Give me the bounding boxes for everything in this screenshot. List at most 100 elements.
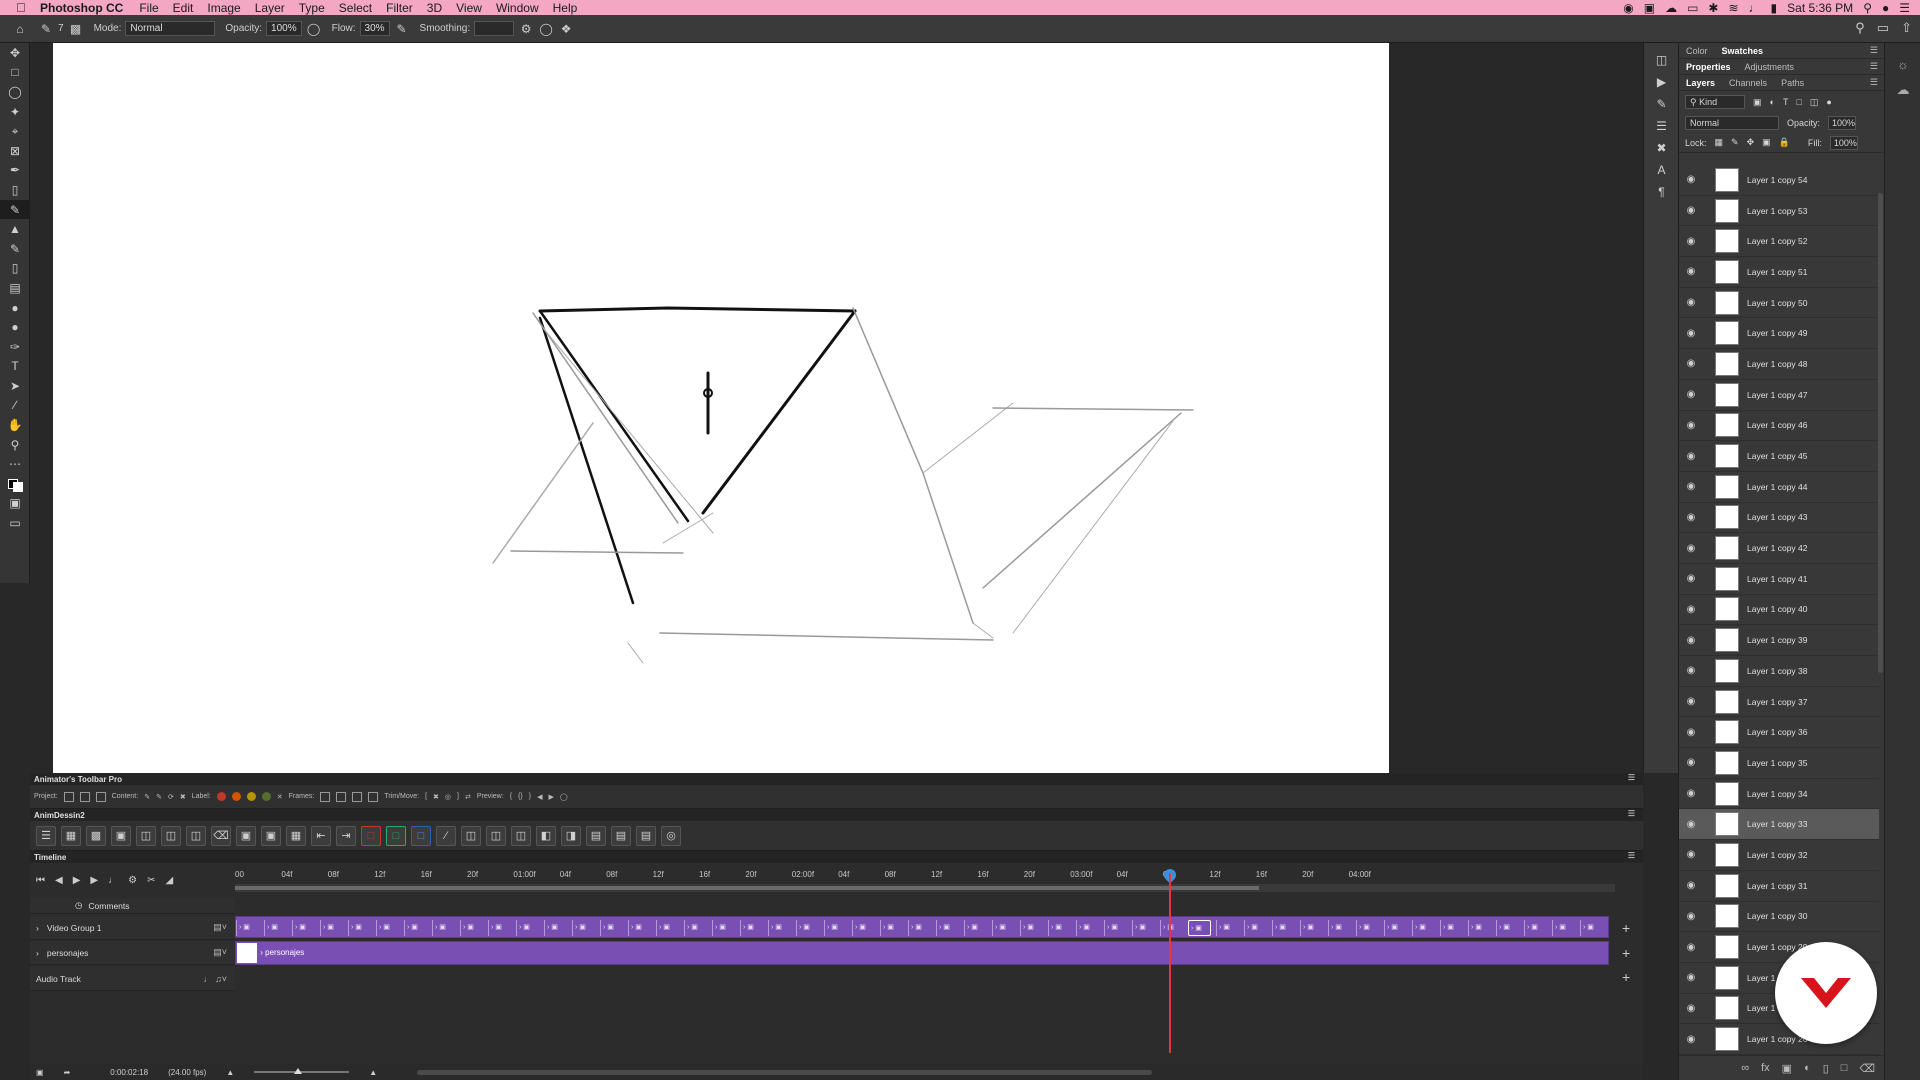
layer-name[interactable]: Layer 1 copy 49 [1747,328,1807,338]
tab-properties[interactable]: Properties [1686,62,1731,72]
frame-clip[interactable]: › ▣ [292,920,315,936]
convert-icon[interactable]: ➦ [64,1068,71,1077]
crop-tool-icon[interactable]: ⌖ [0,121,30,141]
frame-clip[interactable]: › ▣ [1552,920,1575,936]
visibility-eye-icon[interactable]: ◉ [1679,389,1703,400]
frame-clip[interactable]: › ▣ [600,920,623,936]
frame-clip[interactable]: › ▣ [516,920,539,936]
frame-clip[interactable]: › ▣ [1496,920,1519,936]
layer-row[interactable]: ◉ Layer 1 copy 54 [1679,165,1879,196]
layer-name[interactable]: Layer 1 copy 50 [1747,298,1807,308]
visibility-eye-icon[interactable]: ◉ [1679,757,1703,768]
layer-name[interactable]: Layer 1 copy 47 [1747,390,1807,400]
frame-clip[interactable]: › ▣ [236,920,259,936]
layers-scrollbar[interactable] [1878,193,1883,673]
spotlight-icon[interactable]: ⚲ [1863,1,1872,15]
color-swatch-icon[interactable] [0,474,30,494]
anim-export-icon[interactable]: ▤ [586,825,606,846]
frame-clip[interactable]: › ▣ [1272,920,1295,936]
timeline-ruler[interactable]: 00 04f 08f 12f 16f 20f 01:00f 04f 08f 12f 16f 20f 02… [235,869,1615,883]
gear-icon[interactable]: ⚙ [518,21,534,37]
menu-help[interactable]: Help [553,1,578,15]
tab-swatches[interactable]: Swatches [1722,46,1764,56]
frame-clip[interactable]: › ▣ [992,920,1015,936]
fill-field[interactable]: 100% [1829,135,1858,150]
layer-name[interactable]: Layer 1 copy 53 [1747,206,1807,216]
frame-clip[interactable]: › ▣ [1132,920,1155,936]
history-icon[interactable]: ◫ [1644,49,1679,71]
adjust-icon[interactable]: ☰ [1644,115,1679,137]
anim-insert-icon[interactable]: ◫ [461,825,481,846]
layer-row[interactable]: ◉ Layer 1 copy 38 [1679,656,1879,687]
layer-row[interactable]: ◉ Layer 1 copy 48 [1679,349,1879,380]
anim-left-icon[interactable]: ◧ [536,825,556,846]
visibility-eye-icon[interactable]: ◉ [1679,420,1703,431]
search-icon[interactable]: ⚲ [1855,20,1865,36]
frame-clip[interactable]: › ▣ [1384,920,1407,936]
transition-icon[interactable]: ◢ [165,875,173,886]
anim-right-icon[interactable]: ◨ [561,825,581,846]
clone-stamp-icon[interactable]: ▲ [0,219,30,239]
pen-tool-icon[interactable]: ✑ [0,337,30,357]
frame-clip[interactable]: › ▣ [852,920,875,936]
project-open-icon[interactable] [79,791,90,802]
add-audio-icon[interactable]: + [1622,969,1630,985]
visibility-eye-icon[interactable]: ◉ [1679,911,1703,922]
learn-icon[interactable]: ☼ [1885,51,1920,77]
next-frame-icon[interactable]: ▶ [90,875,98,886]
frame-clip[interactable]: › ▣ [740,920,763,936]
layer-name[interactable]: Layer 1 copy 42 [1747,543,1807,553]
visibility-eye-icon[interactable]: ◉ [1679,266,1703,277]
zoom-slider[interactable] [254,1068,350,1074]
layer-row[interactable]: ◉ Layer 1 copy 49 [1679,318,1879,350]
frames-add-icon[interactable] [320,791,331,802]
layer-name[interactable]: Layer 1 copy 52 [1747,236,1807,246]
trim-right-icon[interactable]: ] [457,793,459,800]
layer-name[interactable]: Layer 1 copy 32 [1747,850,1807,860]
preview-end-icon[interactable]: } [529,793,531,800]
video-group-clips[interactable]: › ▣ › ▣ › ▣ › ▣ › ▣ › ▣ › ▣ › ▣ › ▣ › ▣ › ▣ › ▣ › ▣ ›… [235,916,1609,938]
eyedropper-icon[interactable]: ✒ [0,161,30,181]
zoom-tool-icon[interactable]: ⚲ [0,435,30,455]
lock-paint-icon[interactable]: ✎ [1731,137,1739,148]
hand-tool-icon[interactable]: ✋ [0,415,30,435]
filter-kind-select[interactable]: ⚲ Kind [1685,95,1745,109]
dodge-icon[interactable]: ● [0,317,30,337]
history-brush-icon[interactable]: ✎ [0,239,30,259]
record-icon[interactable]: ◉ [1623,1,1633,15]
menu-image[interactable]: Image [207,1,240,15]
frame-clip[interactable]: › ▣ [1356,920,1379,936]
brush-tool-icon[interactable]: ✎ [0,199,30,220]
anim-red-label-icon[interactable]: □ [361,825,381,846]
layer-row[interactable]: ◉ Layer 1 copy 40 [1679,595,1879,626]
frame-clip[interactable]: › ▣ [572,920,595,936]
move-tool-icon[interactable]: ✥ [0,43,30,63]
visibility-eye-icon[interactable]: ◉ [1679,972,1703,983]
opacity-field[interactable]: 100% [266,21,302,36]
filter-shape-icon[interactable]: □ [1796,97,1801,107]
layer-row[interactable]: ◉ Layer 1 copy 32 [1679,840,1879,871]
frame-clip[interactable]: › ▣ [1048,920,1071,936]
content-refresh-icon[interactable]: ⟳ [168,793,174,801]
menu-layer[interactable]: Layer [255,1,285,15]
frame-clip[interactable]: › ▣ [1104,920,1127,936]
tab-adjustments[interactable]: Adjustments [1745,62,1795,72]
brush-settings-icon[interactable]: ✎ [1644,93,1679,115]
settings-icon[interactable]: ⚙ [128,875,137,886]
personajes-clip[interactable]: › personajes [235,941,1609,965]
anim-grid-icon[interactable]: ▩ [86,825,106,846]
split-scissors-icon[interactable]: ✂ [147,875,155,886]
brush-panel-icon[interactable]: ▩ [68,21,84,37]
pressure-opacity-icon[interactable]: ◯ [306,21,322,37]
layer-row[interactable]: ◉ Layer 1 copy 47 [1679,380,1879,411]
anim-clear-label-icon[interactable]: ∕ [436,825,456,846]
layer-row[interactable]: ◉ Layer 1 copy 53 [1679,196,1879,227]
content-eraser-icon[interactable]: ✎ [156,793,162,801]
layer-name[interactable]: Layer 1 copy 48 [1747,359,1807,369]
filter-toggle-icon[interactable]: ● [1826,97,1831,107]
frame-clip[interactable]: › ▣ [1216,920,1239,936]
canvas-area[interactable] [30,43,1643,773]
frame-clip[interactable]: › ▣ [1440,920,1463,936]
quick-mask-icon[interactable]: ▣ [0,494,30,514]
panel-menu-icon[interactable]: ☰ [1628,851,1635,860]
